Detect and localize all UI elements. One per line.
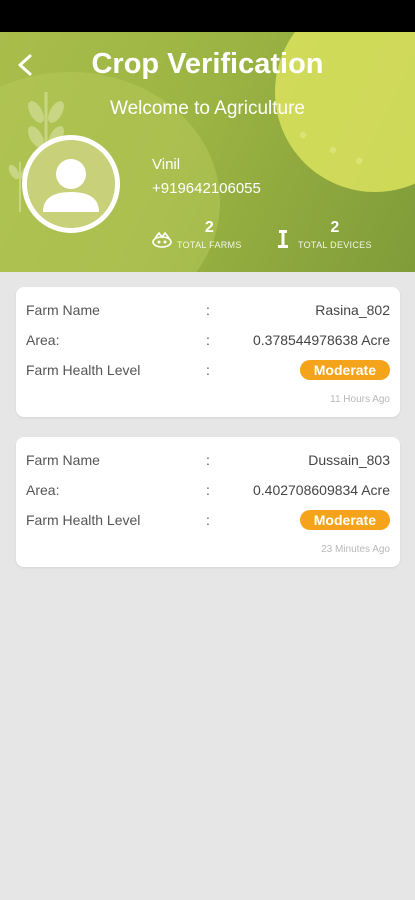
farm-name-value: Dussain_803 [308, 452, 390, 468]
farm-name-label: Farm Name [26, 302, 100, 318]
total-devices-count: 2 [330, 219, 340, 236]
updated-time: 23 Minutes Ago [321, 544, 390, 555]
farm-card[interactable]: Farm Name : Rasina_802 Area: : 0.3785449… [16, 287, 400, 417]
avatar [22, 135, 120, 233]
farm-name-value: Rasina_802 [315, 302, 390, 318]
health-status-badge: Moderate [299, 510, 390, 530]
farm-name-row: Farm Name : Dussain_803 [26, 449, 390, 471]
health-label: Farm Health Level [26, 362, 141, 378]
total-farms-stat: 2 TOTAL FARMS [151, 218, 242, 250]
total-devices-label: TOTAL DEVICES [298, 240, 372, 250]
separator-colon: : [206, 332, 210, 348]
separator-colon: : [206, 302, 210, 318]
updated-time: 11 Hours Ago [330, 394, 390, 405]
total-farms-count: 2 [204, 219, 214, 236]
health-label: Farm Health Level [26, 512, 141, 528]
total-devices-stat: 2 TOTAL DEVICES [272, 218, 372, 250]
device-icon [278, 230, 288, 248]
page-subtitle: Welcome to Agriculture [109, 98, 305, 119]
separator-colon: : [206, 482, 210, 498]
area-value: 0.402708609834 Acre [252, 482, 390, 498]
user-name: Vinil [152, 156, 181, 173]
health-row: Farm Health Level : Moderate [26, 359, 390, 381]
user-avatar-icon [27, 140, 115, 228]
user-phone: +919642106055 [152, 180, 261, 197]
separator-colon: : [206, 362, 210, 378]
page-title: Crop Verification [91, 48, 324, 80]
area-row: Area: : 0.378544978638 Acre [26, 329, 390, 351]
farm-name-row: Farm Name : Rasina_802 [26, 299, 390, 321]
separator-colon: : [206, 452, 210, 468]
area-label: Area: [26, 332, 60, 348]
farm-icon [152, 231, 172, 248]
total-farms-label: TOTAL FARMS [177, 240, 242, 250]
area-value: 0.378544978638 Acre [252, 332, 390, 348]
status-bar [0, 0, 415, 32]
area-row: Area: : 0.402708609834 Acre [26, 479, 390, 501]
separator-colon: : [206, 512, 210, 528]
health-status-badge: Moderate [299, 360, 390, 380]
area-label: Area: [26, 482, 60, 498]
farm-name-label: Farm Name [26, 452, 100, 468]
health-row: Farm Health Level : Moderate [26, 509, 390, 531]
farm-card[interactable]: Farm Name : Dussain_803 Area: : 0.402708… [16, 437, 400, 567]
